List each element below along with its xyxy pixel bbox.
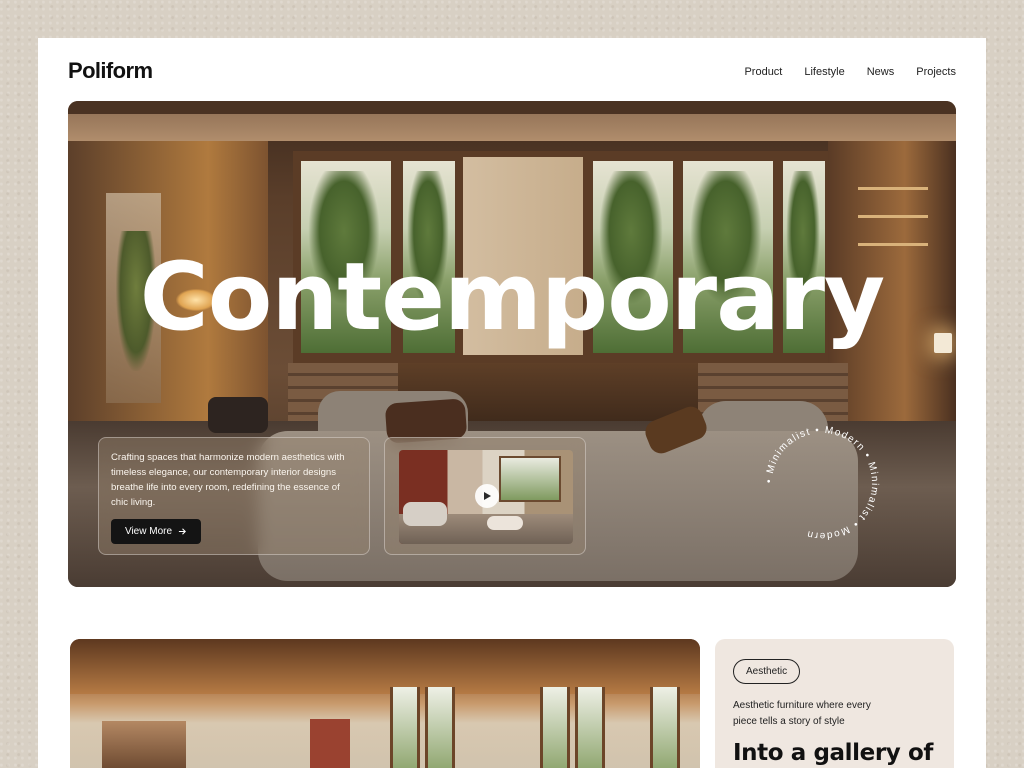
play-icon [484,492,491,500]
nav-item-projects[interactable]: Projects [916,66,956,78]
nav-item-lifestyle[interactable]: Lifestyle [804,66,844,78]
view-more-label: View More [124,526,173,537]
play-button[interactable] [475,484,499,508]
shelf [858,187,928,190]
aesthetic-text: Aesthetic furniture where every piece te… [733,700,871,727]
hero-description: Crafting spaces that harmonize modern ae… [111,452,345,508]
nav-item-product[interactable]: Product [744,66,782,78]
brand-logo[interactable]: Poliform [68,58,153,84]
badge-text: • Minimalist • Modern • Minimalist • Mod… [764,425,879,541]
shelf [858,215,928,218]
top-nav: Product Lifestyle News Projects [744,66,956,78]
gallery-photo [70,639,700,768]
video-thumbnail[interactable] [399,450,573,544]
pouf [208,397,268,433]
hero-banner: Contemporary Crafting spaces that harmon… [68,101,956,587]
view-more-button[interactable]: View More [111,519,201,544]
aesthetic-card: Aesthetic Aesthetic furniture where ever… [715,639,954,768]
hero-title: Contemporary [139,243,885,352]
circular-style-badge: • Minimalist • Modern • Minimalist • Mod… [764,425,880,541]
svg-text:• Minimalist • Modern • Minima: • Minimalist • Modern • Minimalist • Mod… [764,425,880,541]
nav-item-news[interactable]: News [867,66,895,78]
aesthetic-tag[interactable]: Aesthetic [733,659,801,684]
page: Poliform Product Lifestyle News Projects [38,38,986,768]
hero-video-card[interactable] [384,437,586,555]
hero-info-card: Crafting spaces that harmonize modern ae… [98,437,370,555]
gallery-heading: Into a gallery of elegance [733,740,933,766]
arrow-right-icon [178,528,186,535]
hero-ceiling [68,101,956,141]
